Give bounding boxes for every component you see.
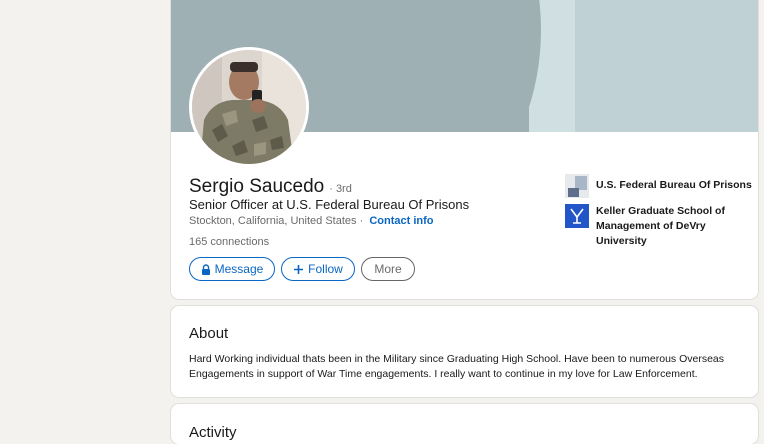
activity-heading: Activity <box>189 424 237 441</box>
profile-headline: Senior Officer at U.S. Federal Bureau Of… <box>189 197 470 212</box>
profile-organizations: U.S. Federal Bureau Of Prisons Keller Gr… <box>565 174 755 255</box>
profile-avatar[interactable] <box>189 47 309 167</box>
profile-location: Stockton, California, United States · <box>189 215 364 227</box>
school-logo-icon <box>565 204 589 228</box>
more-button[interactable]: More <box>361 257 415 281</box>
profile-name: Sergio Saucedo <box>189 176 325 197</box>
company-logo-icon <box>565 174 589 198</box>
about-heading: About <box>189 325 229 342</box>
follow-button[interactable]: Follow <box>281 257 355 281</box>
school-name: Keller Graduate School of Management of … <box>596 205 725 247</box>
lock-icon <box>201 263 210 275</box>
plus-icon <box>294 264 304 274</box>
about-text: Hard Working individual thats been in th… <box>189 353 725 380</box>
banner-strip <box>575 0 758 132</box>
more-button-label: More <box>374 262 402 276</box>
location-row: Stockton, California, United States · Co… <box>189 215 433 227</box>
profile-actions: Message Follow More <box>189 257 415 281</box>
avatar-photo <box>192 50 306 164</box>
activity-section: Activity <box>171 404 758 444</box>
about-section: About Hard Working individual thats been… <box>171 306 758 397</box>
education-school[interactable]: Keller Graduate School of Management of … <box>565 204 755 249</box>
connections-count: 165 connections <box>189 236 270 248</box>
profile-top-card: Sergio Saucedo · 3rd Senior Officer at U… <box>171 0 758 299</box>
connection-degree: · 3rd <box>329 183 352 195</box>
message-button-label: Message <box>214 262 264 276</box>
company-name: U.S. Federal Bureau Of Prisons <box>596 179 752 191</box>
message-button[interactable]: Message <box>189 257 275 281</box>
name-row: Sergio Saucedo · 3rd <box>189 176 352 198</box>
contact-info-link[interactable]: Contact info <box>369 215 433 227</box>
follow-button-label: Follow <box>308 262 343 276</box>
current-company[interactable]: U.S. Federal Bureau Of Prisons <box>565 174 755 198</box>
